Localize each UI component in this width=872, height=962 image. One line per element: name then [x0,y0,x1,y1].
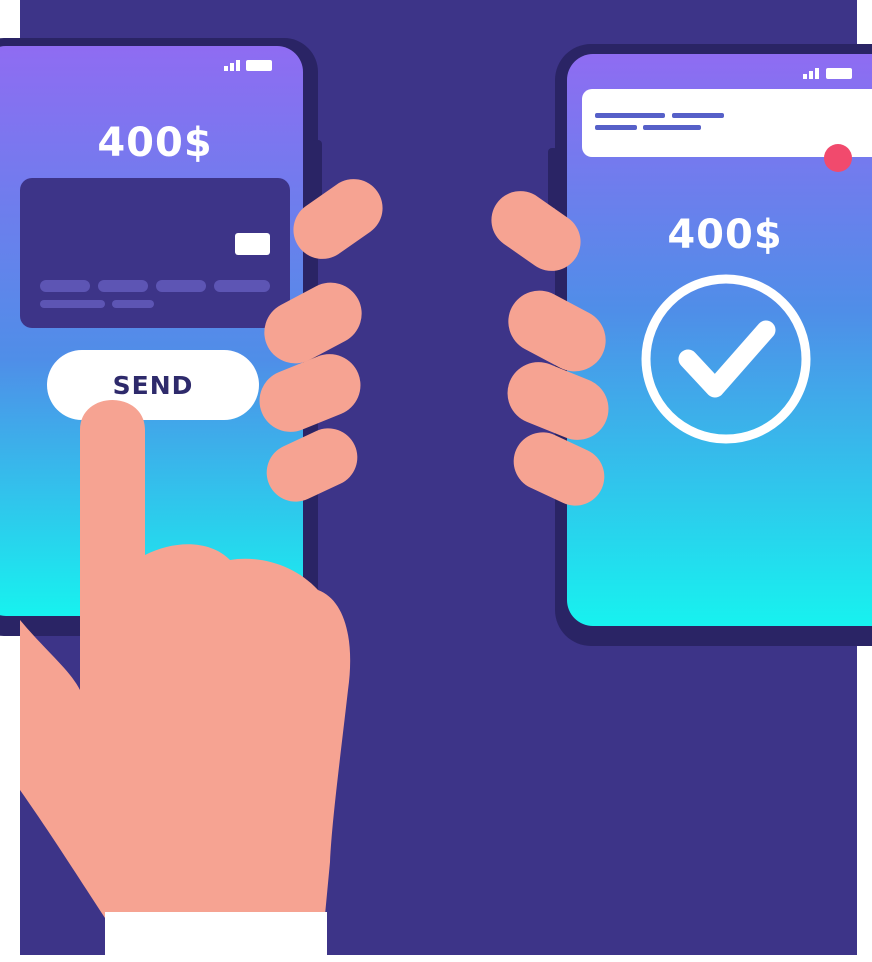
receiver-phone-side-button [548,148,558,208]
sender-amount: 400$ [97,120,213,166]
card-chip-icon [235,233,270,255]
sender-phone-side-button [312,140,322,200]
notification-dot [824,144,852,172]
send-button[interactable]: SEND [47,366,259,406]
battery-icon [826,68,852,79]
battery-icon [246,60,272,71]
shirt-cuff [105,912,327,962]
receiver-amount: 400$ [667,212,783,258]
notification-card [582,89,872,157]
